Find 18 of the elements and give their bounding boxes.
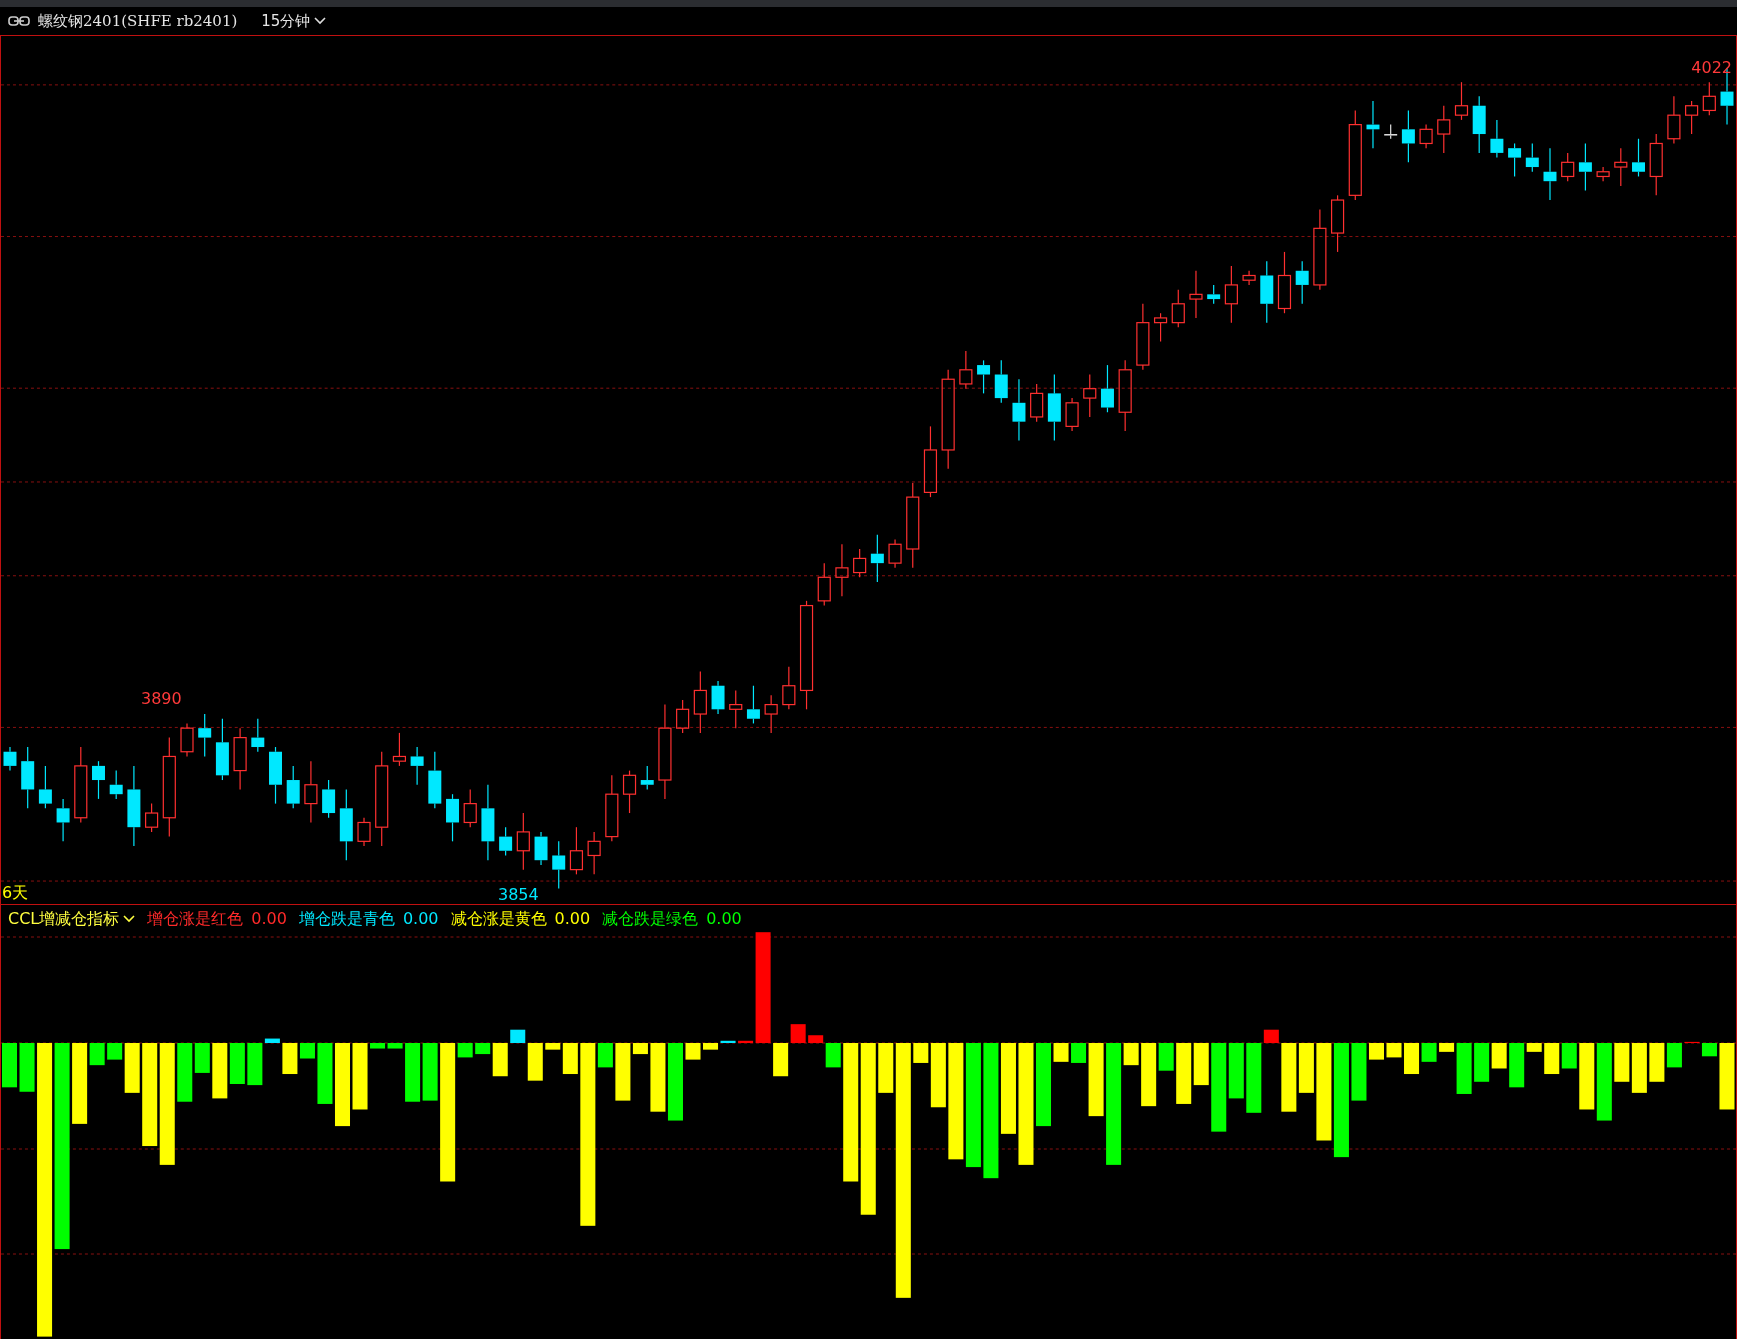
legend-value: 0.00	[402, 908, 439, 930]
low-price-label: 3854	[498, 884, 539, 906]
period-dropdown[interactable]: 15分钟	[261, 9, 327, 33]
legend-label: 减仓涨是黄色	[450, 908, 547, 930]
legend-value: 0.00	[554, 908, 591, 930]
price-label: 3890	[141, 688, 182, 710]
chevron-down-icon	[314, 17, 327, 25]
range-label: 6天	[2, 882, 29, 904]
chevron-down-icon	[123, 915, 136, 923]
legend-label: 增仓跌是青色	[298, 908, 395, 930]
legend-value: 0.00	[251, 908, 287, 930]
high-price-label: 4022	[1691, 57, 1732, 79]
legend-value: 0.00	[706, 908, 742, 930]
instrument-title: 螺纹钢2401(SHFE rb2401)	[38, 10, 238, 32]
link-icon[interactable]	[8, 16, 30, 26]
legend-label: 减仓跌是绿色	[602, 908, 699, 930]
indicator-dropdown[interactable]: CCL增减仓指标	[8, 907, 136, 931]
legend-label: 增仓涨是红色	[147, 908, 244, 930]
